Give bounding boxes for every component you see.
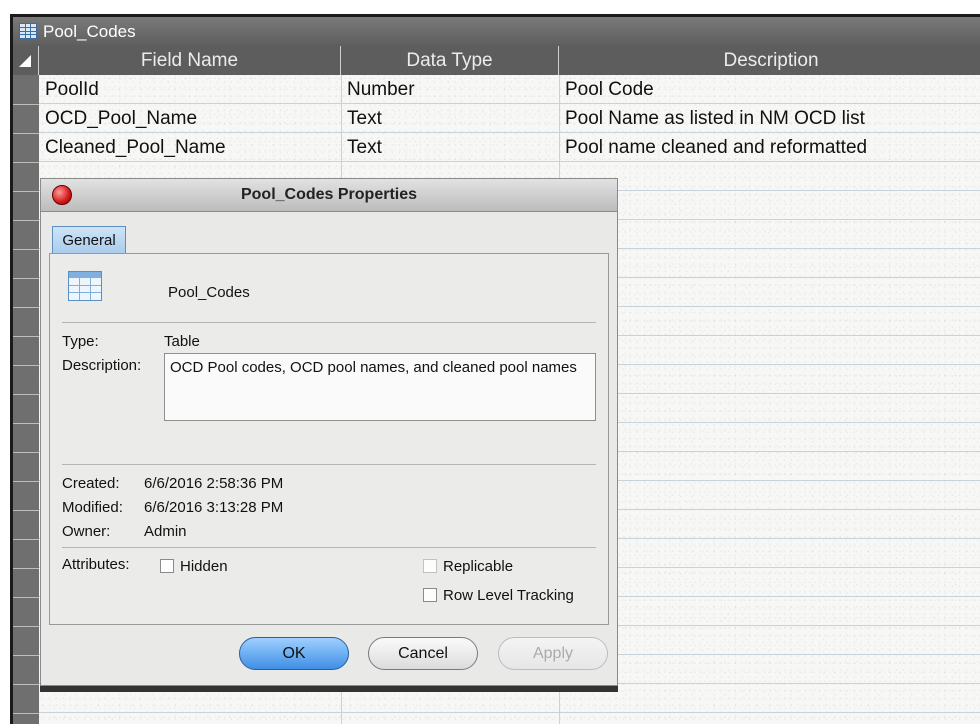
type-value: Table — [164, 333, 200, 350]
table-icon — [19, 23, 37, 39]
field-name-cell[interactable]: OCD_Pool_Name — [39, 104, 197, 133]
column-header-description[interactable]: Description — [559, 46, 980, 75]
description-cell[interactable]: Pool name cleaned and reformatted — [559, 133, 867, 162]
description-cell[interactable]: Pool Name as listed in NM OCD list — [559, 104, 865, 133]
modified-value: 6/6/2016 3:13:28 PM — [144, 499, 284, 516]
data-type-cell[interactable]: Text — [341, 133, 382, 162]
row-selector-column[interactable] — [13, 75, 39, 724]
table-icon — [68, 271, 102, 301]
cancel-button[interactable]: Cancel — [368, 637, 478, 670]
description-label: Description: — [62, 357, 142, 374]
hidden-checkbox[interactable] — [160, 559, 174, 573]
dialog-title-bar[interactable]: Pool_Codes Properties — [41, 179, 617, 212]
owner-label: Owner: — [62, 523, 111, 540]
description-cell[interactable]: Pool Code — [559, 75, 654, 104]
attributes-label: Attributes: — [62, 556, 130, 573]
data-type-cell[interactable]: Number — [341, 75, 415, 104]
divider — [62, 464, 596, 465]
column-header-data-type[interactable]: Data Type — [341, 46, 559, 75]
general-panel: Pool_Codes Type: Table Description: OCD … — [49, 253, 609, 625]
description-field[interactable]: OCD Pool codes, OCD pool names, and clea… — [164, 353, 596, 421]
field-name-cell[interactable]: Cleaned_Pool_Name — [39, 133, 226, 162]
properties-dialog: Pool_Codes Properties General Pool_Codes… — [40, 178, 618, 686]
divider — [62, 547, 596, 548]
table-row[interactable]: OCD_Pool_Name Text Pool Name as listed i… — [39, 104, 980, 133]
table-row[interactable] — [39, 684, 980, 713]
created-label: Created: — [62, 475, 120, 492]
type-label: Type: — [62, 333, 99, 350]
divider — [62, 322, 596, 323]
hidden-label: Hidden — [180, 558, 228, 575]
field-name-cell[interactable]: PoolId — [39, 75, 99, 104]
data-type-cell[interactable]: Text — [341, 104, 382, 133]
document-tab[interactable]: Pool_Codes — [13, 17, 980, 47]
replicable-checkbox[interactable] — [423, 559, 437, 573]
tab-general[interactable]: General — [52, 226, 126, 254]
row-level-tracking-label: Row Level Tracking — [443, 587, 574, 604]
select-all-corner[interactable] — [13, 46, 39, 75]
modified-label: Modified: — [62, 499, 123, 516]
ok-button[interactable]: OK — [239, 637, 349, 670]
owner-value: Admin — [144, 523, 187, 540]
dialog-title: Pool_Codes Properties — [240, 186, 418, 203]
row-level-tracking-checkbox[interactable] — [423, 588, 437, 602]
column-header-field-name[interactable]: Field Name — [39, 46, 341, 75]
created-value: 6/6/2016 2:58:36 PM — [144, 475, 284, 492]
apply-button[interactable]: Apply — [498, 637, 608, 670]
object-name: Pool_Codes — [168, 284, 250, 301]
replicable-label: Replicable — [443, 558, 514, 575]
table-row[interactable]: PoolId Number Pool Code — [39, 75, 980, 104]
table-row[interactable]: Cleaned_Pool_Name Text Pool name cleaned… — [39, 133, 980, 162]
tab-title: Pool_Codes — [43, 22, 136, 41]
